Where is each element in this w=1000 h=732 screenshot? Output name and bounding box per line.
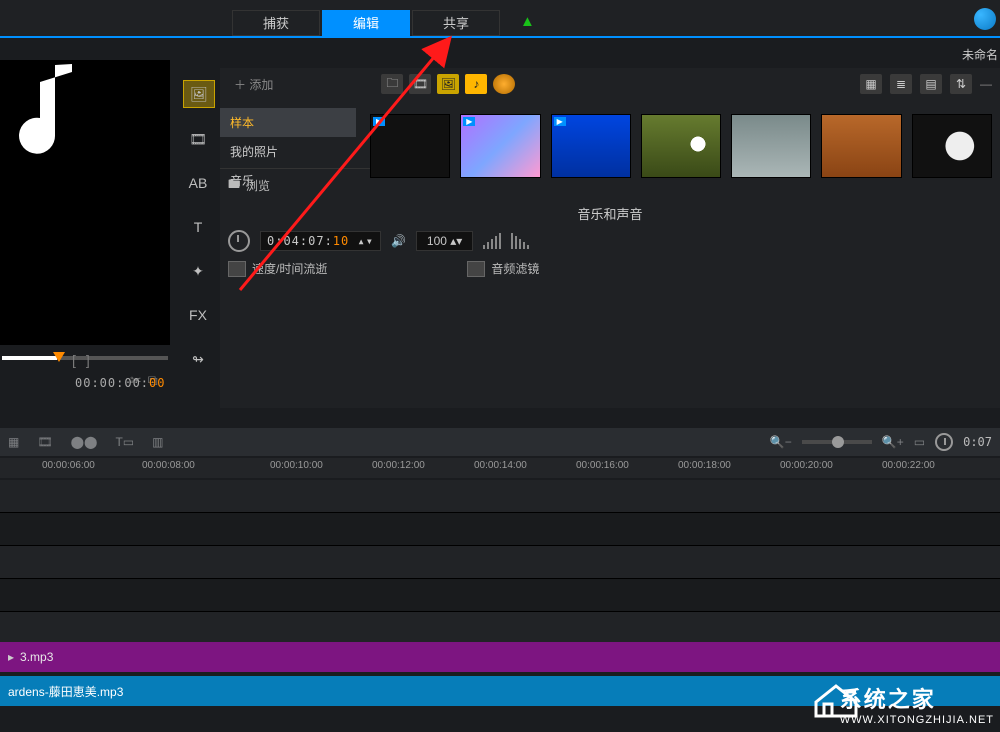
text-button[interactable]: T [183, 214, 213, 240]
project-timecode: 0:07 [963, 435, 992, 449]
fade-out-icon[interactable] [511, 233, 529, 249]
timeline-toolbar: ▦ 🎞 ⬤⬤ T▭ ▥ 🔍− 🔍+ ▭ 0:07 [0, 428, 1000, 456]
title-track[interactable] [0, 546, 1000, 579]
fx-button[interactable]: FX [183, 302, 213, 328]
browse-button[interactable]: 🖿 浏览 [220, 168, 372, 202]
speed-icon [228, 261, 246, 277]
ruler-tick: 00:00:20:00 [780, 460, 833, 471]
ruler-tick: 00:00:18:00 [678, 460, 731, 471]
graphics-button[interactable]: ✦ [183, 258, 213, 284]
tab-edit[interactable]: 编辑 [322, 10, 410, 36]
title-button[interactable]: AB [183, 170, 213, 196]
browse-icon: 🖿 [228, 175, 240, 196]
volume-icon[interactable]: 🔊 [391, 234, 406, 248]
mark-out-icon[interactable]: ] [86, 352, 90, 368]
clip-label: ardens-藤田恵美.mp3 [8, 683, 123, 700]
timeline-tracks [0, 480, 1000, 645]
sidebar-item-myphotos[interactable]: 我的照片 [220, 137, 356, 166]
add-media-button[interactable]: ＋ 添加 [228, 74, 279, 95]
zoom-slider[interactable] [802, 440, 872, 444]
upload-icon[interactable]: ▲ [520, 13, 535, 30]
timeline-multitrim-icon[interactable]: 🎞 [37, 435, 52, 449]
overlay-track[interactable] [0, 513, 1000, 546]
video-filter-icon[interactable]: 🎞 [409, 74, 431, 94]
photo-filter-icon[interactable]: 🖼 [437, 74, 459, 94]
audiofilter-icon [467, 261, 485, 277]
ruler-tick: 00:00:06:00 [42, 460, 95, 471]
duration-icon [228, 230, 250, 252]
ruler-tick: 00:00:10:00 [270, 460, 323, 471]
thumbnail-item[interactable]: ▶ [551, 114, 631, 178]
sidebar-item-sample[interactable]: 样本 [220, 108, 356, 137]
tab-capture[interactable]: 捕获 [232, 10, 320, 36]
timeline-storyboard-icon[interactable]: ▦ [8, 435, 19, 449]
preview-transport: [ ] ✂ ⧉ 00:00:00:00 [0, 350, 170, 395]
collapse-icon[interactable]: — [980, 77, 992, 91]
transitions-button[interactable]: 🎞 [183, 126, 213, 152]
view-grid-icon[interactable]: ▤ [920, 74, 942, 94]
preview-timecode: 00:00:00:00 [75, 376, 165, 390]
zoom-in-icon[interactable]: 🔍+ [882, 435, 904, 449]
side-toolbar: 🖼 🎞 AB T ✦ FX ↬ [183, 80, 215, 390]
document-title: 未命名 [962, 46, 998, 63]
clip-label: 3.mp3 [20, 650, 53, 664]
ruler-tick: 00:00:22:00 [882, 460, 935, 471]
globe-icon[interactable] [974, 8, 996, 30]
video-track[interactable] [0, 480, 1000, 513]
speed-time-button[interactable]: 速度/时间流逝 [228, 260, 327, 277]
audio-clip-1[interactable]: ▸ 3.mp3 [0, 642, 1000, 672]
options-section-title: 音乐和声音 [220, 204, 1000, 223]
tab-share[interactable]: 共享 [412, 10, 500, 36]
thumbnail-item[interactable] [912, 114, 992, 178]
timeline-ruler[interactable]: 00:00:06:00 00:00:08:00 00:00:10:00 00:0… [0, 458, 1000, 478]
sort-icon[interactable]: ⇅ [950, 74, 972, 94]
library-panel: ＋ 添加 🗀 🎞 🖼 ♪ ▦ ≣ ▤ ⇅ — 样本 我的照片 音乐 🖿 浏览 ▶… [220, 68, 1000, 408]
zoom-out-icon[interactable]: 🔍− [770, 435, 792, 449]
mark-in-icon[interactable]: [ [72, 352, 76, 368]
audio-filter-icon[interactable]: ♪ [465, 74, 487, 94]
folder-icon[interactable]: 🗀 [381, 74, 403, 94]
watermark-text: 系统之家 WWW.XITONGZHIJIA.NET [840, 682, 994, 726]
thumbnail-item[interactable]: ▶ [460, 114, 540, 178]
ruler-tick: 00:00:08:00 [142, 460, 195, 471]
volume-field[interactable]: 100 ▴▾ [416, 231, 473, 251]
thumbnail-item[interactable]: ▶ [370, 114, 450, 178]
thumbnail-item[interactable] [731, 114, 811, 178]
view-list-icon[interactable]: ≣ [890, 74, 912, 94]
clip-controls: 0:04:07:10 ▴▾ 🔊 100 ▴▾ [220, 226, 1000, 256]
media-library-button[interactable]: 🖼 [183, 80, 215, 108]
timeline-layout-icon[interactable]: ▥ [152, 435, 163, 449]
ruler-tick: 00:00:16:00 [576, 460, 629, 471]
fit-project-icon[interactable]: ▭ [914, 435, 925, 449]
thumbnail-item[interactable] [821, 114, 901, 178]
voice-track[interactable] [0, 579, 1000, 612]
timeline-batch-icon[interactable]: ⬤⬤ [71, 435, 98, 449]
thumbnail-item[interactable] [641, 114, 721, 178]
clip-play-icon: ▸ [8, 650, 14, 664]
project-duration-icon [935, 433, 953, 451]
timeline-subtitle-icon[interactable]: T▭ [115, 435, 134, 449]
duration-field[interactable]: 0:04:07:10 ▴▾ [260, 231, 381, 251]
motion-path-button[interactable]: ↬ [183, 346, 213, 372]
fade-in-icon[interactable] [483, 233, 501, 249]
music-track-empty[interactable] [0, 612, 1000, 645]
preview-playhead-icon[interactable] [53, 352, 65, 362]
view-thumbnails-icon[interactable]: ▦ [860, 74, 882, 94]
main-tabs: 捕获 编辑 共享 ▲ [0, 0, 1000, 38]
instant-project-icon[interactable] [493, 74, 515, 94]
audio-filter-button[interactable]: 音频滤镜 [467, 260, 539, 277]
ruler-tick: 00:00:12:00 [372, 460, 425, 471]
library-thumbnails: ▶ ▶ ▶ [370, 114, 992, 196]
ruler-tick: 00:00:14:00 [474, 460, 527, 471]
audio-placeholder-icon [0, 60, 80, 180]
